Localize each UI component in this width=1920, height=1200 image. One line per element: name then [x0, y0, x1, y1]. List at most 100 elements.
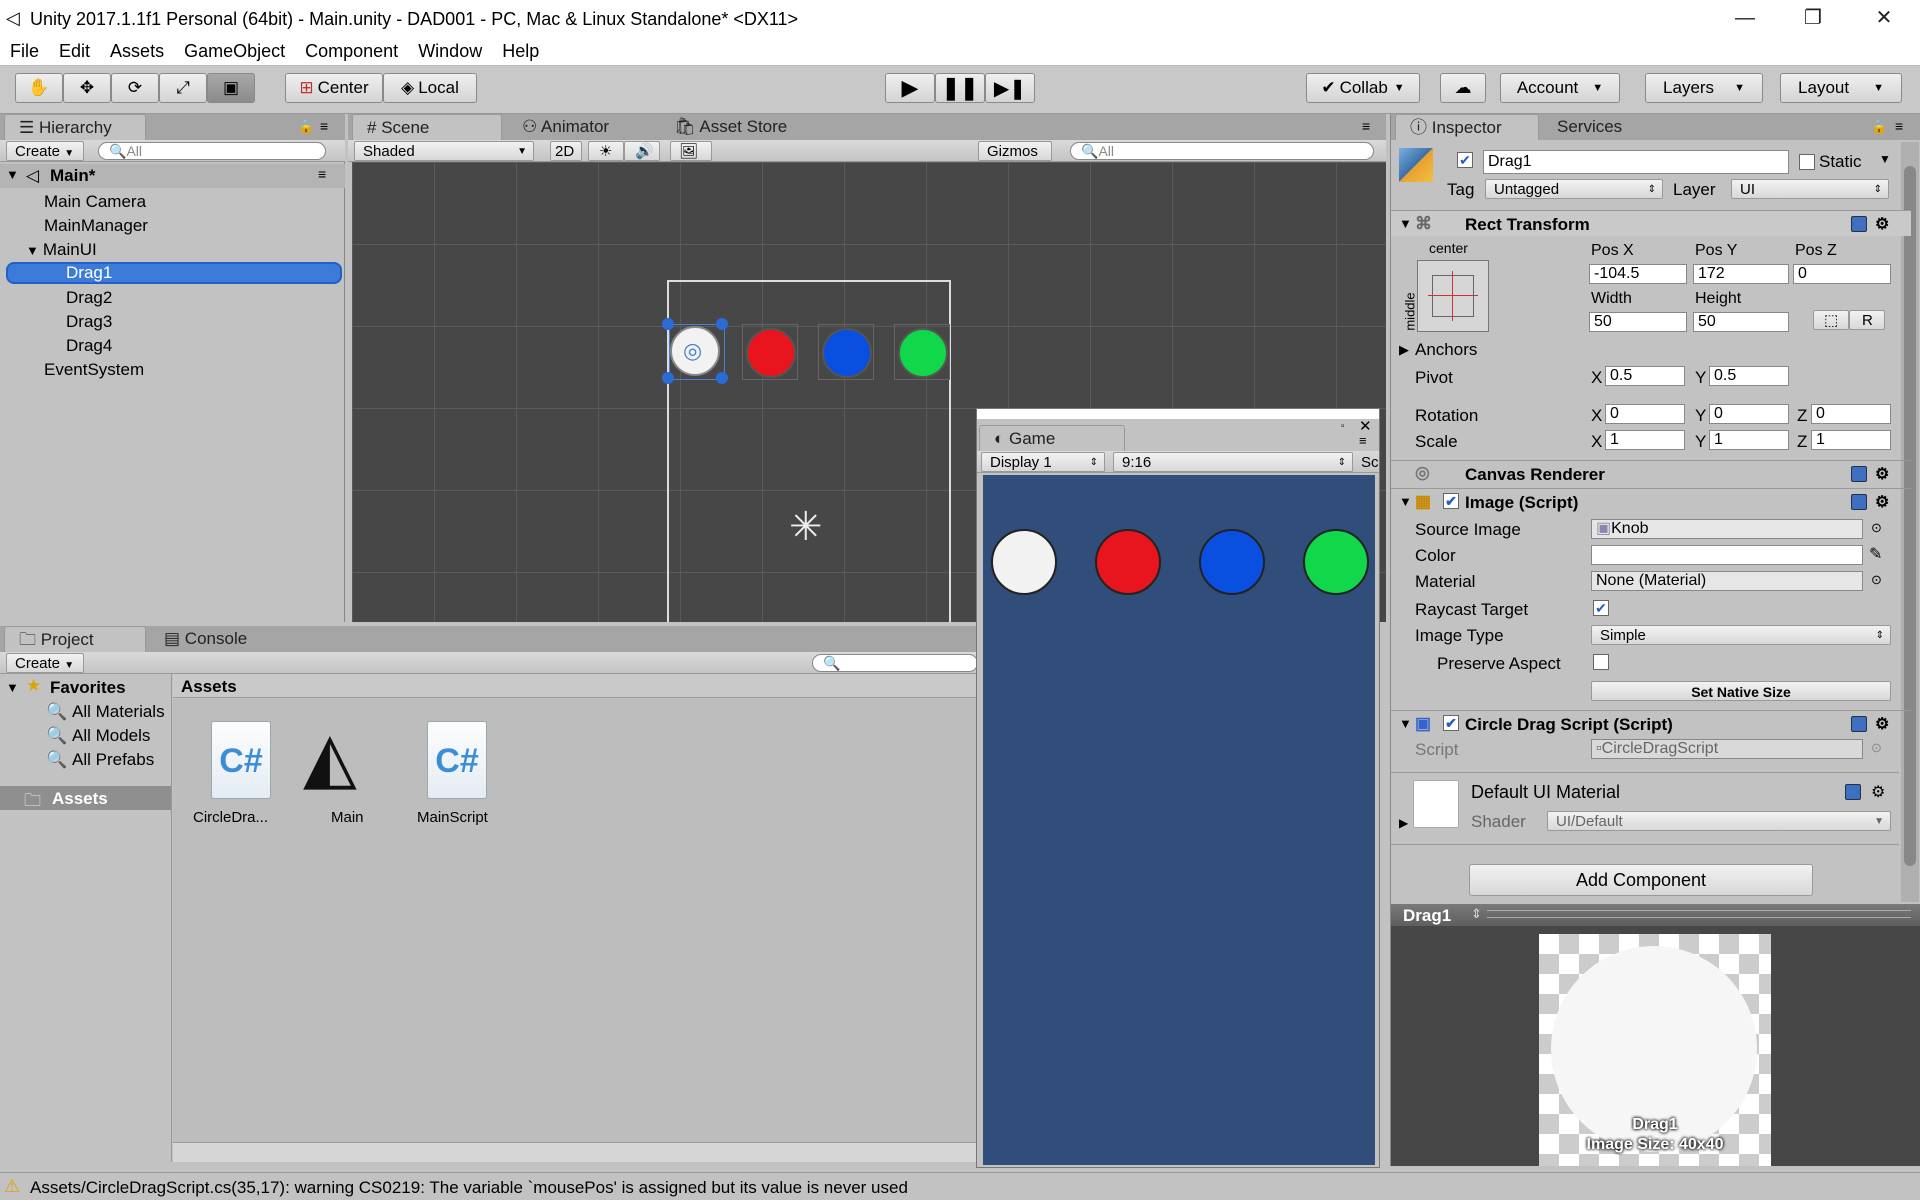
fav-all-models[interactable]: All Models: [72, 726, 150, 746]
rotation-z-field[interactable]: 0: [1811, 404, 1891, 424]
gear-icon[interactable]: ⚙: [1875, 714, 1889, 734]
raycast-checkbox[interactable]: ✔: [1593, 600, 1609, 616]
favorites-label[interactable]: Favorites: [50, 678, 126, 698]
help-book-icon[interactable]: [1851, 466, 1867, 482]
move-tool-button[interactable]: ✥: [63, 73, 111, 103]
set-native-size-button[interactable]: Set Native Size: [1591, 681, 1891, 701]
collapse-arrow-icon[interactable]: ▶: [1399, 342, 1409, 358]
lighting-toggle-button[interactable]: ☀: [588, 141, 624, 161]
image-enabled-checkbox[interactable]: ✔: [1443, 493, 1459, 509]
color-field[interactable]: [1591, 545, 1863, 565]
rect-handle-top-right[interactable]: [716, 318, 728, 330]
collapse-arrow-icon[interactable]: ▶: [1399, 816, 1408, 830]
tab-services[interactable]: Services: [1543, 114, 1663, 140]
scene-circle-green[interactable]: [898, 328, 948, 378]
gear-icon[interactable]: ⚙: [1875, 464, 1889, 484]
assets-root-row[interactable]: 🗀 Assets: [0, 786, 171, 810]
file-circledragscript-icon[interactable]: C#: [211, 721, 271, 799]
pivot-x-field[interactable]: 0.5: [1605, 366, 1685, 386]
gear-icon[interactable]: ⚙: [1871, 782, 1885, 802]
scrollbar-thumb[interactable]: [1904, 166, 1916, 866]
maximize-icon[interactable]: ▫: [1341, 421, 1345, 432]
aspect-dropdown[interactable]: 9:16 ⇕: [1113, 452, 1353, 472]
cloud-button[interactable]: ☁: [1440, 73, 1486, 103]
material-field[interactable]: None (Material): [1591, 571, 1863, 591]
2d-toggle-button[interactable]: 2D: [550, 141, 582, 161]
tab-console[interactable]: ▤ Console: [150, 626, 292, 652]
gizmos-dropdown[interactable]: Gizmos ▼: [978, 141, 1052, 179]
game-window-titlebar[interactable]: [977, 409, 1379, 419]
hierarchy-item-drag2[interactable]: Drag2: [0, 286, 340, 310]
pos-y-field[interactable]: 172: [1693, 264, 1789, 284]
scene-circle-blue[interactable]: [822, 328, 872, 378]
pivot-y-field[interactable]: 0.5: [1709, 366, 1789, 386]
layers-button[interactable]: Layers ▼: [1645, 73, 1763, 103]
tab-animator[interactable]: ⚇ Animator: [508, 114, 658, 140]
game-circle-white[interactable]: [991, 529, 1057, 595]
script-enabled-checkbox[interactable]: ✔: [1443, 715, 1459, 731]
pause-button[interactable]: ❚❚: [935, 73, 985, 103]
fav-all-prefabs[interactable]: All Prefabs: [72, 750, 154, 770]
project-create-dropdown[interactable]: Create ▼: [6, 653, 84, 673]
hierarchy-search-input[interactable]: 🔍All: [98, 142, 326, 160]
rotate-tool-button[interactable]: ⟳: [111, 73, 159, 103]
circle-drag-script-header[interactable]: ▼ ▣ ✔ Circle Drag Script (Script) ⚙: [1391, 710, 1911, 736]
scene-search-input[interactable]: 🔍All: [1070, 142, 1374, 160]
file-main-unity-icon[interactable]: ◭: [303, 717, 357, 797]
gameobject-name-field[interactable]: Drag1: [1483, 150, 1789, 174]
account-button[interactable]: Account ▼: [1500, 73, 1620, 103]
expand-arrow-icon[interactable]: ▼: [6, 680, 19, 695]
hierarchy-create-dropdown[interactable]: Create ▼: [6, 141, 84, 161]
help-book-icon[interactable]: [1851, 216, 1867, 232]
step-button[interactable]: ▶❚: [985, 73, 1035, 103]
file-circledragscript-label[interactable]: CircleDra...: [193, 809, 268, 826]
rect-handle-top-left[interactable]: [662, 318, 674, 330]
menu-gameobject[interactable]: GameObject: [174, 41, 295, 62]
width-field[interactable]: 50: [1589, 312, 1687, 332]
source-image-field[interactable]: ▣Knob: [1591, 519, 1863, 539]
scene-circle-red[interactable]: [746, 328, 796, 378]
canvas-renderer-header[interactable]: ◎ Canvas Renderer ⚙: [1391, 460, 1911, 486]
lock-icon[interactable]: 🔒: [1871, 119, 1887, 135]
lock-icon[interactable]: 🔒: [298, 119, 314, 135]
help-book-icon[interactable]: [1851, 716, 1867, 732]
image-type-dropdown[interactable]: Simple ⇕: [1591, 625, 1891, 645]
status-bar[interactable]: ⚠ Assets/CircleDragScript.cs(35,17): war…: [0, 1172, 1920, 1200]
layer-dropdown[interactable]: UI ⇕: [1731, 179, 1889, 199]
preserve-aspect-checkbox[interactable]: [1593, 654, 1609, 670]
game-viewport[interactable]: [983, 475, 1375, 1165]
preview-header[interactable]: Drag1 ⇕: [1391, 904, 1920, 926]
panel-menu-icon[interactable]: ≡: [1359, 433, 1367, 448]
menu-assets[interactable]: Assets: [100, 41, 174, 62]
object-picker-icon[interactable]: ⊙: [1871, 520, 1882, 536]
rect-transform-header[interactable]: ▼ ⌘ Rect Transform ⚙: [1391, 210, 1911, 236]
active-checkbox[interactable]: ✔: [1457, 152, 1473, 168]
expand-arrow-icon[interactable]: ▼: [1399, 216, 1412, 231]
tag-dropdown[interactable]: Untagged ⇕: [1485, 179, 1663, 199]
hierarchy-item-eventsystem[interactable]: EventSystem: [0, 358, 340, 382]
tab-asset-store[interactable]: 🛍 Asset Store: [660, 114, 810, 140]
anchors-foldout[interactable]: Anchors: [1415, 340, 1477, 360]
hierarchy-item-drag3[interactable]: Drag3: [0, 310, 340, 334]
panel-menu-icon[interactable]: ≡: [1362, 118, 1370, 134]
menu-help[interactable]: Help: [492, 41, 549, 62]
rotation-y-field[interactable]: 0: [1709, 404, 1789, 424]
hierarchy-item-main-camera[interactable]: Main Camera: [0, 190, 340, 214]
scene-menu-icon[interactable]: ≡: [318, 166, 326, 182]
file-mainscript-icon[interactable]: C#: [427, 721, 487, 799]
collab-button[interactable]: ✔ Collab ▼: [1306, 73, 1420, 103]
tab-hierarchy[interactable]: ☰ Hierarchy: [4, 114, 146, 140]
dropdown-arrow-icon[interactable]: ⇕: [1471, 906, 1482, 922]
display-dropdown[interactable]: Display 1 ⇕: [981, 452, 1105, 472]
dropdown-arrow-icon[interactable]: ▼: [1879, 152, 1891, 166]
panel-menu-icon[interactable]: ≡: [320, 118, 328, 134]
play-button[interactable]: ▶: [885, 73, 935, 103]
preview-drag-handle[interactable]: [1487, 910, 1911, 918]
close-window-button[interactable]: ✕: [1855, 0, 1913, 38]
project-search-input[interactable]: 🔍: [812, 654, 978, 672]
effects-dropdown[interactable]: 🖼: [670, 141, 712, 161]
menu-window[interactable]: Window: [408, 41, 492, 62]
file-mainscript-label[interactable]: MainScript: [417, 809, 488, 826]
static-checkbox[interactable]: [1799, 154, 1815, 170]
rotation-x-field[interactable]: 0: [1605, 404, 1685, 424]
